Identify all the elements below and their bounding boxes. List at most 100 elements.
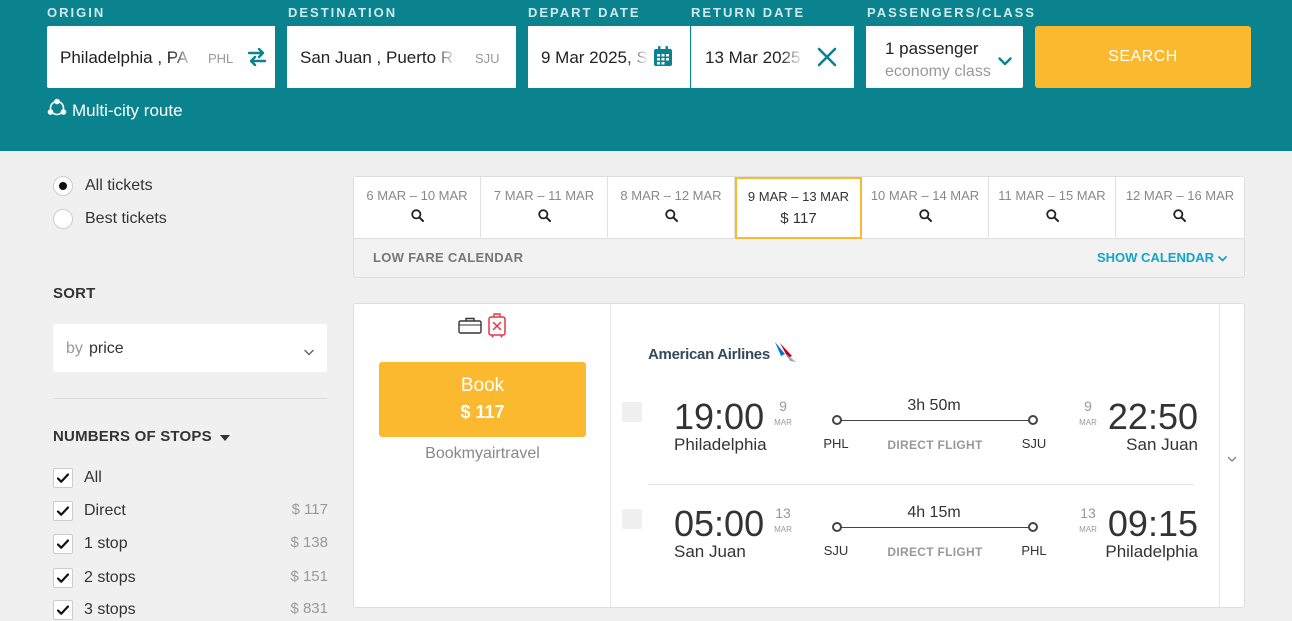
route-line [838,420,1032,421]
search-icon [538,209,551,227]
airline-name: American Airlines [648,346,770,363]
stop-filter-label: All [84,469,102,486]
leg-checkbox[interactable] [622,509,642,529]
agency-name: Bookmyairtravel [425,445,540,462]
filter-all-tickets[interactable]: All tickets [53,176,153,196]
book-button-label: Book [460,375,505,396]
arrival-month: MAR [1079,525,1097,534]
date-option[interactable]: 7 MAR – 11 MAR [481,177,608,239]
booking-panel: Book $ 117 Bookmyairtravel [354,304,611,607]
checkbox[interactable] [53,600,73,620]
show-calendar-link[interactable]: SHOW CALENDAR [1097,250,1227,265]
filter-best-tickets[interactable]: Best tickets [53,209,167,229]
date-option[interactable]: 11 MAR – 15 MAR [989,177,1116,239]
origin-field[interactable]: Philadelphia , PA PHL [47,26,275,88]
depart-date-label: DEPART DATE [528,5,641,20]
date-option[interactable]: 6 MAR – 10 MAR [354,177,481,239]
date-range: 6 MAR – 10 MAR [366,188,468,203]
date-range: 11 MAR – 15 MAR [998,188,1106,203]
sort-prefix: by [66,340,83,357]
swap-icon[interactable] [247,47,267,71]
stops-heading[interactable]: NUMBERS OF STOPS [53,428,230,445]
airline-logo: American Airlines [648,340,798,369]
flight-type: DIRECT FLIGHT [887,545,983,559]
departure-month: MAR [774,525,792,534]
multicity-route-link[interactable]: Multi-city route [47,98,183,123]
multicity-route-label[interactable]: Multi-city route [72,101,183,121]
route-start-dot [832,415,842,425]
stop-filter-price: $ 138 [290,534,328,551]
expand-details-toggle[interactable] [1219,304,1245,607]
stop-filter-price: $ 831 [290,600,328,617]
date-option-selected[interactable]: 9 MAR – 13 MAR $ 117 [735,177,862,239]
return-leg: 05:00 13 MAR San Juan 4h 15m SJU DIRECT … [622,503,1202,577]
departure-city: Philadelphia [674,435,767,454]
date-option[interactable]: 10 MAR – 14 MAR [862,177,989,239]
stop-filter-all[interactable]: All [53,467,328,489]
search-bar: ORIGIN DESTINATION DEPART DATE RETURN DA… [0,0,1292,151]
radio-button[interactable] [53,209,73,229]
leg-checkbox[interactable] [622,402,642,422]
arrival-day: 13 [1080,505,1096,521]
date-option-price: $ 117 [780,210,817,227]
outbound-leg: 19:00 9 MAR Philadelphia 3h 50m PHL DIRE… [622,396,1202,470]
stop-filter-price: $ 151 [290,568,328,585]
checkbox[interactable] [53,534,73,554]
route-end-dot [1028,522,1038,532]
date-option[interactable]: 12 MAR – 16 MAR [1116,177,1244,239]
radio-button[interactable] [53,176,73,196]
flight-duration: 3h 50m [907,397,961,414]
route-network-icon [47,98,67,123]
checkbox[interactable] [53,568,73,588]
sort-select[interactable]: by price [53,324,327,372]
destination-field[interactable]: San Juan , Puerto Rico SJU [287,26,516,88]
flexible-dates-strip: 6 MAR – 10 MAR 7 MAR – 11 MAR 8 MAR – 12… [353,176,1245,278]
depart-date-input[interactable]: 9 Mar 2025, Sun [541,48,649,68]
stops-heading-label: NUMBERS OF STOPS [53,428,212,445]
passengers-class-select[interactable]: 1 passenger economy class [866,26,1023,88]
low-fare-calendar-label: LOW FARE CALENDAR [373,250,524,265]
destination-input[interactable]: San Juan , Puerto Rico [300,48,456,68]
search-icon [411,209,424,227]
book-button-price: $ 117 [460,402,505,422]
arrival-day: 9 [1084,398,1092,414]
stop-filter-direct[interactable]: Direct $ 117 [53,500,328,522]
passenger-count: 1 passenger [885,39,979,58]
search-icon [665,209,678,227]
flight-result-card: Book $ 117 Bookmyairtravel American Airl… [353,303,1245,608]
clear-return-date-icon[interactable] [817,47,837,72]
flight-duration: 4h 15m [907,504,961,521]
date-option[interactable]: 8 MAR – 12 MAR [608,177,735,239]
chevron-down-icon [304,343,314,361]
stop-filter-2-stops[interactable]: 2 stops $ 151 [53,567,328,589]
depart-date-field[interactable]: 9 Mar 2025, Sun [528,26,690,88]
checkbox[interactable] [53,501,73,521]
stop-filter-1-stop[interactable]: 1 stop $ 138 [53,533,328,555]
leg-divider [648,484,1194,485]
stop-filter-3-stops[interactable]: 3 stops $ 831 [53,599,328,621]
stop-filter-label: 1 stop [84,535,128,552]
date-options: 6 MAR – 10 MAR 7 MAR – 11 MAR 8 MAR – 12… [354,177,1244,239]
destination-label: DESTINATION [288,5,398,20]
date-range: 10 MAR – 14 MAR [870,188,980,203]
return-date-input[interactable]: 13 Mar 2025, Thu [705,48,803,68]
departure-day: 9 [779,398,787,414]
origin-input[interactable]: Philadelphia , PA [60,48,194,68]
book-button[interactable]: Book $ 117 [379,362,586,437]
caret-down-icon [219,428,230,445]
calendar-icon[interactable] [653,46,673,72]
arrival-city: Philadelphia [1105,542,1198,561]
filter-best-tickets-label: Best tickets [85,210,167,227]
arrival-city: San Juan [1126,435,1198,454]
return-date-label: RETURN DATE [691,5,806,20]
route-start-dot [832,522,842,532]
date-range: 12 MAR – 16 MAR [1125,188,1235,203]
stop-filter-price: $ 117 [291,501,328,518]
return-date-field[interactable]: 13 Mar 2025, Thu [691,26,854,88]
chevron-down-icon[interactable] [998,53,1012,71]
destination-code: SJU [475,51,500,66]
show-calendar-label[interactable]: SHOW CALENDAR [1097,250,1214,265]
search-icon [1173,209,1186,227]
checkbox[interactable] [53,468,73,488]
search-button[interactable]: SEARCH [1035,26,1251,88]
